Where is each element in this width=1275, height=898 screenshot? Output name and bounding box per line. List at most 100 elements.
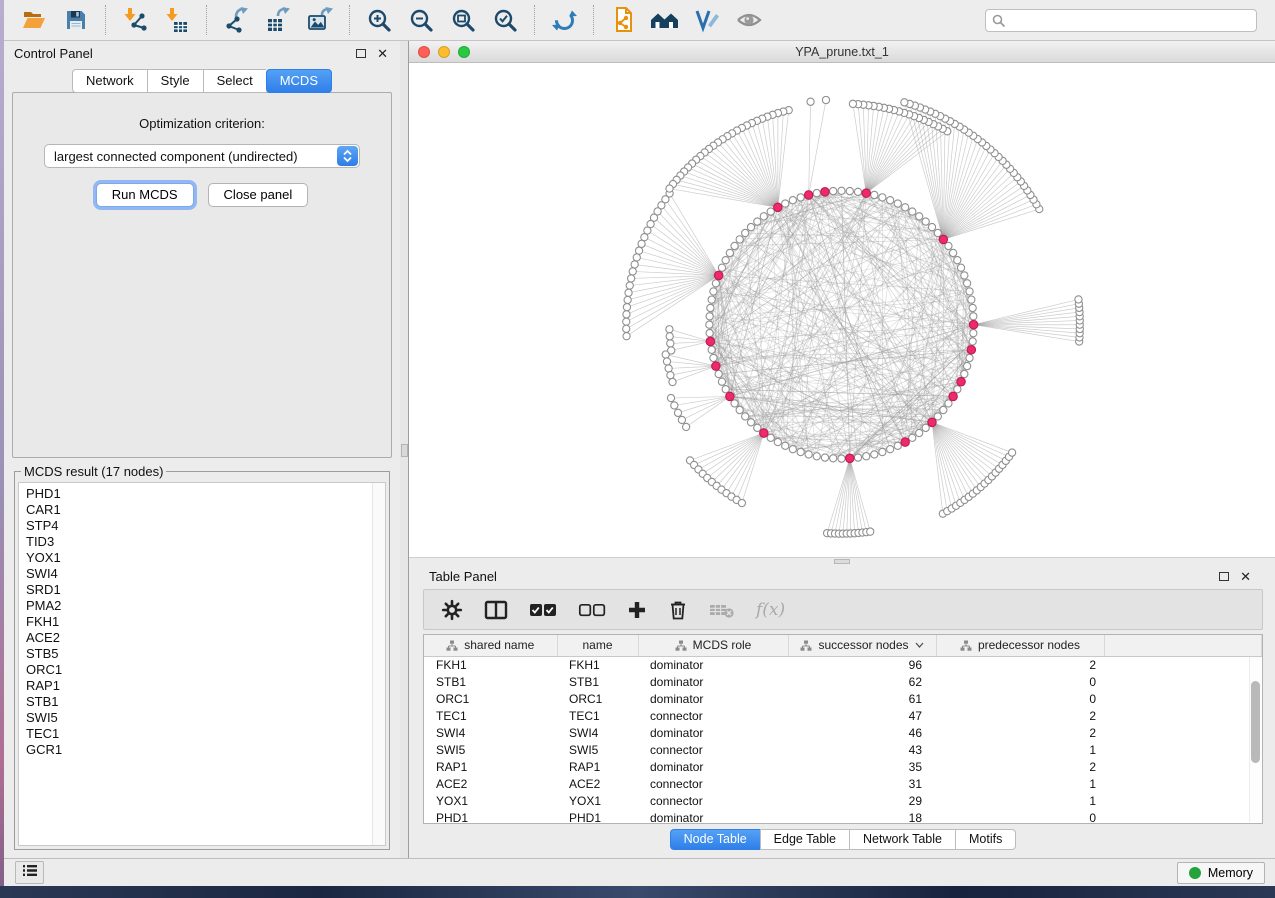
list-scrollbar[interactable] [372, 483, 385, 845]
mcds-result-item[interactable]: SWI5 [26, 710, 385, 726]
table-row[interactable]: SWI4SWI4dominator462 [424, 724, 1262, 741]
select-all-icon[interactable] [529, 602, 557, 618]
columns-icon[interactable] [484, 599, 508, 621]
cell-mcds-role: dominator [638, 724, 788, 741]
tab-network[interactable]: Network [72, 69, 147, 93]
visual-style-icon[interactable] [687, 3, 727, 37]
export-image-icon[interactable] [300, 3, 340, 37]
table-row[interactable]: SWI5SWI5connector431 [424, 741, 1262, 758]
table-row[interactable]: YOX1YOX1connector291 [424, 792, 1262, 809]
cell-predecessor-nodes: 2 [936, 758, 1104, 775]
run-mcds-button[interactable]: Run MCDS [96, 183, 194, 207]
mcds-result-list[interactable]: PHD1CAR1STP4TID3YOX1SWI4SRD1PMA2FKH1ACE2… [18, 482, 386, 846]
network-canvas[interactable] [409, 63, 1275, 557]
tab-motifs[interactable]: Motifs [955, 829, 1016, 850]
mcds-result-item[interactable]: SRD1 [26, 582, 385, 598]
column-header-shared-name[interactable]: shared name [424, 635, 557, 656]
table-header-row[interactable]: shared namenameMCDS rolesuccessor nodesp… [424, 635, 1262, 656]
float-panel-icon[interactable] [356, 49, 366, 58]
mcds-result-item[interactable]: CAR1 [26, 502, 385, 518]
mcds-result-item[interactable]: STB1 [26, 694, 385, 710]
mcds-result-item[interactable]: GCR1 [26, 742, 385, 758]
table-row[interactable]: STB1STB1dominator620 [424, 673, 1262, 690]
mcds-result-item[interactable]: SWI4 [26, 566, 385, 582]
tab-network-table[interactable]: Network Table [849, 829, 955, 850]
add-column-icon[interactable] [627, 600, 647, 620]
splitter-handle[interactable] [401, 444, 408, 457]
mcds-result-item[interactable]: STB5 [26, 646, 385, 662]
close-panel-icon[interactable]: ✕ [377, 49, 388, 59]
close-panel-icon[interactable]: ✕ [1240, 572, 1251, 582]
home-icon[interactable] [645, 3, 685, 37]
gear-icon[interactable] [441, 599, 463, 621]
horizontal-splitter[interactable] [409, 557, 1275, 564]
table-row[interactable]: FKH1FKH1dominator962 [424, 656, 1262, 673]
table-row[interactable]: TEC1TEC1connector472 [424, 707, 1262, 724]
delete-icon[interactable] [668, 599, 688, 621]
task-history-button[interactable] [15, 861, 44, 884]
zoom-in-icon[interactable] [359, 3, 399, 37]
import-table-icon[interactable] [157, 3, 197, 37]
float-panel-icon[interactable] [1219, 572, 1229, 581]
tab-style[interactable]: Style [147, 69, 203, 93]
mcds-result-item[interactable]: ACE2 [26, 630, 385, 646]
cell-name: SWI5 [557, 741, 638, 758]
zoom-fit-icon[interactable] [443, 3, 483, 37]
minimize-window-icon[interactable] [438, 46, 450, 58]
mcds-result-item[interactable]: RAP1 [26, 678, 385, 694]
memory-status-dot [1189, 867, 1201, 879]
close-window-icon[interactable] [418, 46, 430, 58]
maximize-window-icon[interactable] [458, 46, 470, 58]
deselect-all-icon[interactable] [578, 602, 606, 618]
column-header-successor-nodes[interactable]: successor nodes [788, 635, 936, 656]
refresh-icon[interactable] [544, 3, 584, 37]
save-icon[interactable] [56, 3, 96, 37]
tab-edge-table[interactable]: Edge Table [760, 829, 849, 850]
export-table-icon[interactable] [258, 3, 298, 37]
share-document-icon[interactable] [603, 3, 643, 37]
mcds-result-item[interactable]: STP4 [26, 518, 385, 534]
zoom-out-icon[interactable] [401, 3, 441, 37]
open-file-icon[interactable] [14, 3, 54, 37]
tab-select[interactable]: Select [203, 69, 266, 93]
memory-button[interactable]: Memory [1177, 862, 1265, 884]
mcds-result-item[interactable]: PHD1 [26, 486, 385, 502]
tab-mcds[interactable]: MCDS [266, 69, 332, 93]
mcds-result-item[interactable]: YOX1 [26, 550, 385, 566]
column-header-mcds-role[interactable]: MCDS role [638, 635, 788, 656]
table-row[interactable]: PHD1PHD1dominator180 [424, 809, 1262, 824]
mcds-result-item[interactable]: TID3 [26, 534, 385, 550]
table-row[interactable]: RAP1RAP1dominator352 [424, 758, 1262, 775]
mcds-result-item[interactable]: TEC1 [26, 726, 385, 742]
criterion-select[interactable]: largest connected component (undirected) [44, 144, 360, 168]
splitter-handle[interactable] [834, 559, 850, 564]
table-scrollbar-thumb[interactable] [1251, 681, 1260, 763]
network-graph[interactable] [409, 63, 1275, 557]
vertical-splitter[interactable] [400, 41, 409, 858]
table-scrollbar[interactable] [1249, 657, 1262, 822]
mcds-result-item[interactable]: FKH1 [26, 614, 385, 630]
eye-icon[interactable] [729, 3, 769, 37]
cell-mcds-role: connector [638, 741, 788, 758]
shared-column-icon [446, 640, 458, 651]
mcds-result-item[interactable]: ORC1 [26, 662, 385, 678]
sort-desc-icon [915, 642, 924, 648]
toolbar-separator [206, 5, 207, 35]
table-row[interactable]: ORC1ORC1dominator610 [424, 690, 1262, 707]
export-network-icon[interactable] [216, 3, 256, 37]
cell-filler [1104, 741, 1262, 758]
search-input[interactable] [985, 9, 1257, 32]
network-window-titlebar[interactable]: YPA_prune.txt_1 [409, 41, 1275, 63]
toolbar-separator [534, 5, 535, 35]
close-panel-button[interactable]: Close panel [208, 183, 309, 207]
tab-node-table[interactable]: Node Table [670, 829, 760, 850]
mcds-result-item[interactable]: PMA2 [26, 598, 385, 614]
cell-successor-nodes: 35 [788, 758, 936, 775]
column-header-name[interactable]: name [557, 635, 638, 656]
table-row[interactable]: ACE2ACE2connector311 [424, 775, 1262, 792]
import-network-icon[interactable] [115, 3, 155, 37]
column-header-predecessor-nodes[interactable]: predecessor nodes [936, 635, 1104, 656]
cell-successor-nodes: 62 [788, 673, 936, 690]
cell-name: STB1 [557, 673, 638, 690]
zoom-selected-icon[interactable] [485, 3, 525, 37]
